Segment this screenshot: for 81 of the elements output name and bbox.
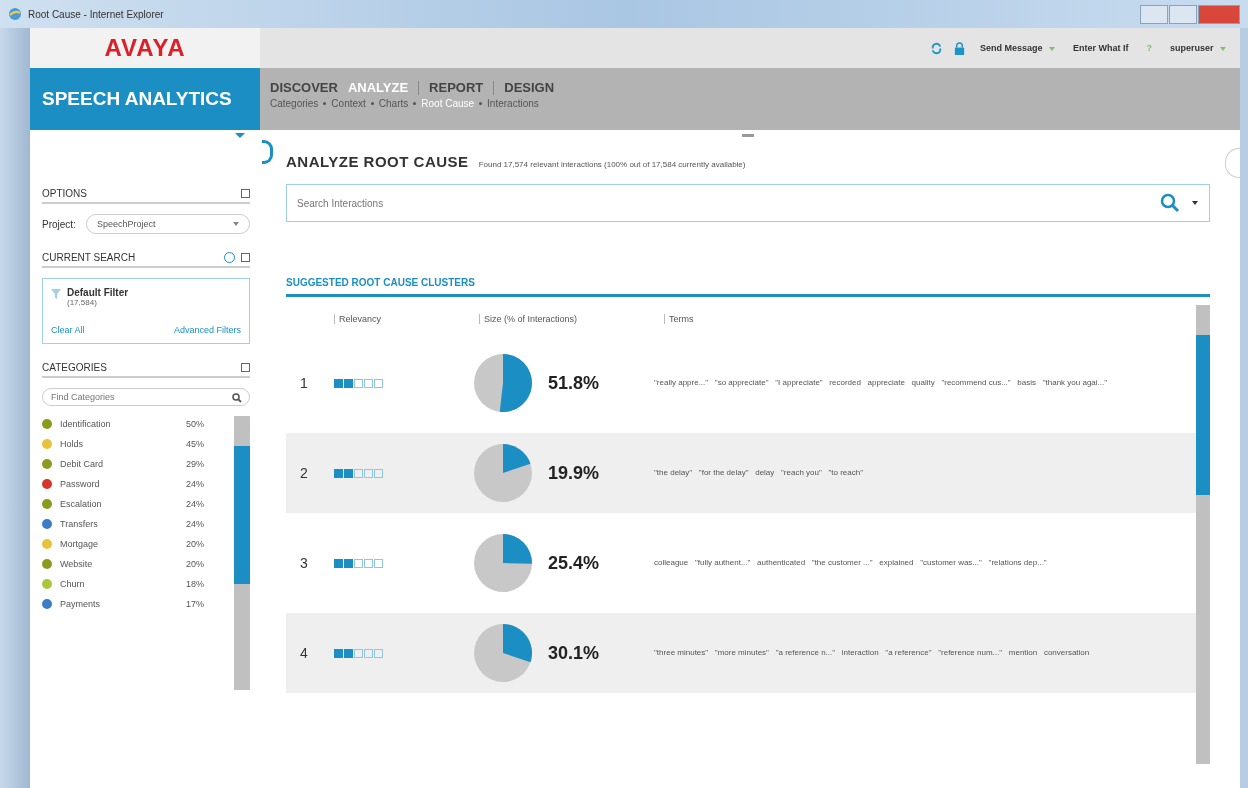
search-icon[interactable]: [1160, 193, 1180, 213]
terms-text: "three minutes" "more minutes" "a reference n..." interaction "a reference" "reference num..." mention conversation: [654, 647, 1091, 659]
category-name[interactable]: Identification: [60, 419, 186, 429]
minimize-button[interactable]: [1140, 4, 1168, 24]
nav-tab[interactable]: REPORT: [429, 80, 484, 95]
rank-number: 2: [299, 465, 309, 481]
terms-text: "really appre..." "so appreciate" "I appreciate" recorded appreciate quality "recommend cus..." basis "thank you agai...": [654, 377, 1109, 389]
section-title: SUGGESTED ROOT CAUSE CLUSTERS: [286, 277, 1210, 297]
send-message-menu[interactable]: Send Message: [975, 43, 1059, 53]
terms-text: colleague "fully authent..." authenticated "the customer ..." explained "customer was..." "relations dep...": [654, 557, 1048, 569]
category-name[interactable]: Debit Card: [60, 459, 186, 469]
category-name[interactable]: Mortgage: [60, 539, 186, 549]
column-header[interactable]: Size (% of Interactions): [479, 314, 664, 324]
product-title: SPEECH ANALYTICS: [42, 88, 232, 110]
terms-text: "the delay" "for the delay" delay "reach you" "to reach": [654, 467, 865, 479]
window-title: Root Cause - Internet Explorer: [28, 8, 164, 20]
rank-number: 1: [299, 375, 309, 391]
category-percent: 24%: [186, 479, 205, 489]
filter-count: (17,584): [67, 298, 98, 307]
size-percent: 51.8%: [548, 372, 600, 394]
category-percent: 20%: [186, 539, 205, 549]
size-pie-chart: [474, 624, 532, 682]
collapse-icon[interactable]: [241, 253, 250, 262]
user-menu[interactable]: superuser: [1165, 43, 1230, 53]
section-title: CATEGORIES: [42, 362, 107, 373]
category-percent: 29%: [186, 459, 205, 469]
subnav-tab[interactable]: Context: [331, 98, 366, 109]
result-summary: Found 17,574 relevant interactions (100% out of 17,584 currently available): [478, 160, 746, 169]
search-field[interactable]: Search Interactions: [286, 184, 1210, 222]
lock-icon[interactable]: [952, 41, 966, 55]
expand-handle[interactable]: [262, 140, 273, 164]
filter-icon: [51, 289, 61, 299]
subnav-tab[interactable]: Charts: [378, 98, 409, 109]
category-percent: 50%: [186, 419, 205, 429]
size-pie-chart: [474, 534, 532, 592]
nav-tab[interactable]: DISCOVER: [270, 80, 338, 95]
size-percent: 19.9%: [548, 462, 600, 484]
close-button[interactable]: [1198, 4, 1240, 24]
logo: AVAYA: [104, 34, 186, 62]
category-name[interactable]: Payments: [60, 599, 186, 609]
size-pie-chart: [474, 444, 532, 502]
category-name[interactable]: Transfers: [60, 519, 186, 529]
category-search-field[interactable]: Find Categories: [42, 388, 250, 406]
field-label: Project:: [42, 218, 76, 230]
category-name[interactable]: Password: [60, 479, 186, 489]
search-icon[interactable]: [232, 393, 242, 403]
collapse-icon[interactable]: [241, 189, 250, 198]
section-title: CURRENT SEARCH: [42, 252, 136, 263]
column-header[interactable]: Relevancy: [334, 314, 479, 324]
category-percent: 17%: [186, 599, 205, 609]
category-percent: 24%: [186, 499, 205, 509]
category-name[interactable]: Churn: [60, 579, 186, 589]
subnav-tab[interactable]: Interactions: [487, 98, 539, 109]
size-percent: 25.4%: [548, 552, 600, 574]
caret-icon[interactable]: [1192, 201, 1198, 205]
category-name[interactable]: Escalation: [60, 499, 186, 509]
collapse-icon[interactable]: [241, 363, 250, 372]
section-title: OPTIONS: [42, 188, 87, 199]
expand-handle[interactable]: [1225, 148, 1240, 178]
category-percent: 24%: [186, 519, 205, 529]
advanced-filters-link[interactable]: Advanced Filters: [173, 325, 241, 335]
category-percent: 18%: [186, 579, 205, 589]
browser-icon: [8, 7, 22, 21]
scrollbar[interactable]: [234, 416, 250, 690]
rank-number: 4: [299, 645, 309, 661]
size-pie-chart: [474, 354, 532, 412]
page-title: ANALYZE ROOT CAUSE: [286, 153, 469, 170]
filter-name: Default Filter: [67, 287, 129, 298]
size-percent: 30.1%: [548, 642, 600, 664]
maximize-button[interactable]: [1169, 4, 1197, 24]
category-percent: 45%: [186, 439, 205, 449]
category-name[interactable]: Website: [60, 559, 186, 569]
scrollbar[interactable]: [1196, 305, 1210, 764]
nav-tab[interactable]: DESIGN: [504, 80, 555, 95]
what-if-button[interactable]: Enter What If: [1068, 43, 1133, 53]
refresh-icon[interactable]: [929, 41, 943, 55]
subnav-tab[interactable]: Categories: [270, 98, 319, 109]
category-percent: 20%: [186, 559, 205, 569]
clear-all-link[interactable]: Clear All: [51, 325, 85, 335]
rank-number: 3: [299, 555, 309, 571]
category-name[interactable]: Holds: [60, 439, 186, 449]
